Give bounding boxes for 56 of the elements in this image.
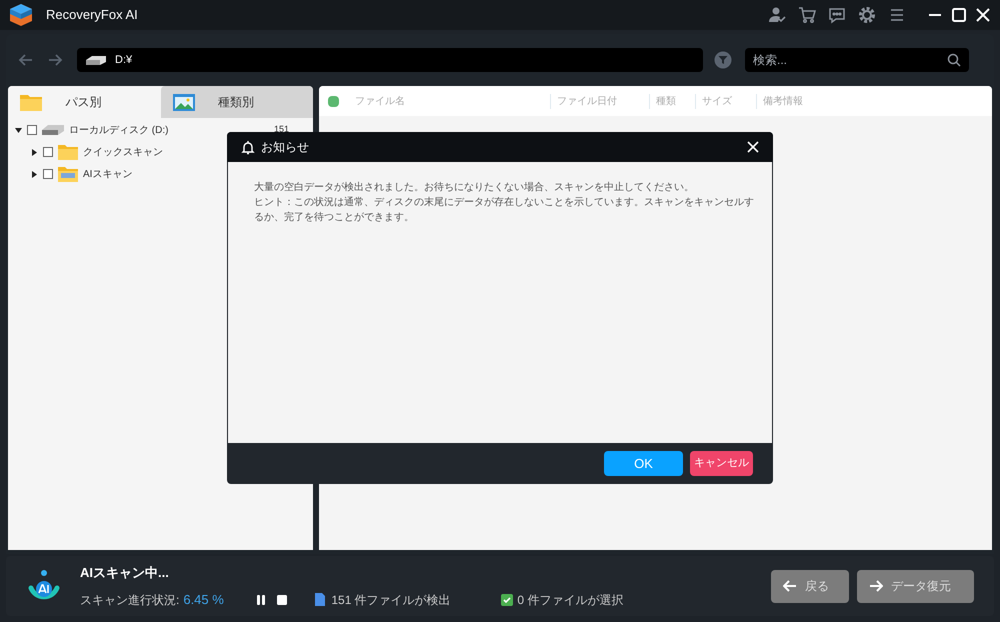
ai-folder-icon xyxy=(58,166,78,182)
filter-icon[interactable] xyxy=(714,51,732,69)
cancel-button[interactable]: キャンセル xyxy=(690,451,753,476)
recover-button[interactable]: データ復元 xyxy=(857,570,974,602)
user-check-icon[interactable] xyxy=(768,6,786,24)
column-header[interactable]: 種類 xyxy=(649,94,695,108)
files-found-count: 151 件ファイルが検出 xyxy=(331,592,452,609)
pause-icon[interactable] xyxy=(256,594,266,605)
image-icon xyxy=(172,93,194,111)
right-arrow-icon xyxy=(869,579,883,593)
column-header[interactable]: 備考情報 xyxy=(756,94,992,108)
chat-icon[interactable] xyxy=(828,6,846,24)
checkbox[interactable] xyxy=(43,169,53,179)
checkbox[interactable] xyxy=(27,125,37,135)
tree-item-label[interactable]: ローカルディスク (D:) xyxy=(69,122,168,138)
expanded-caret-icon[interactable] xyxy=(14,126,23,134)
tree-item-label[interactable]: AIスキャン xyxy=(83,166,132,182)
folder-icon xyxy=(58,144,78,160)
select-all-checkbox[interactable] xyxy=(328,96,339,106)
app-logo-icon xyxy=(8,2,34,28)
folder-icon xyxy=(20,93,42,111)
ok-button[interactable]: OK xyxy=(604,451,683,476)
window-title: RecoveryFox AI xyxy=(46,6,138,24)
scan-status-title: AIスキャン中... xyxy=(80,564,170,582)
search-icon[interactable] xyxy=(947,53,961,67)
back-button[interactable]: 戻る xyxy=(771,570,849,602)
stop-icon[interactable] xyxy=(277,594,288,605)
drive-icon xyxy=(85,54,107,66)
close-icon[interactable] xyxy=(974,6,992,24)
column-header[interactable]: ファイル名 xyxy=(349,94,550,108)
close-icon[interactable] xyxy=(747,141,759,153)
cart-icon[interactable] xyxy=(798,6,816,24)
collapsed-caret-icon[interactable] xyxy=(30,148,39,156)
left-arrow-icon xyxy=(783,579,797,593)
document-icon xyxy=(315,593,326,606)
settings-icon[interactable] xyxy=(858,6,876,24)
bell-icon xyxy=(241,140,255,154)
column-header[interactable]: ファイル日付 xyxy=(550,94,649,108)
item-count: 151 xyxy=(274,123,289,136)
files-selected-count: 0 件ファイルが選択 xyxy=(517,592,624,609)
panel-tab[interactable]: 種類別 xyxy=(160,86,313,118)
dialog-title: お知らせ xyxy=(261,139,310,156)
dialog-message: ヒント：この状況は通常、ディスクの末尾にデータが存在しないことを示しています。スキャンをキャンセルするか、完了を待つことができます。 xyxy=(254,196,754,225)
checkbox[interactable] xyxy=(43,147,53,157)
back-arrow-icon[interactable] xyxy=(18,52,34,68)
search-field[interactable]: 検索... xyxy=(745,48,969,72)
tree-item-label[interactable]: クイックスキャン xyxy=(83,144,163,160)
column-header[interactable]: サイズ xyxy=(695,94,756,108)
dialog-message: 大量の空白データが検出されました。お待ちになりたくない場合、スキャンを中止してください。 xyxy=(254,180,695,195)
forward-arrow-icon[interactable] xyxy=(47,52,63,68)
progress-label: スキャン進行状況: xyxy=(80,592,180,609)
progress-value: 6.45 % xyxy=(183,591,225,609)
collapsed-caret-icon[interactable] xyxy=(30,170,39,178)
checked-box-icon xyxy=(501,594,514,606)
path-field[interactable]: D:¥ xyxy=(77,48,703,72)
maximize-icon[interactable] xyxy=(950,6,968,24)
